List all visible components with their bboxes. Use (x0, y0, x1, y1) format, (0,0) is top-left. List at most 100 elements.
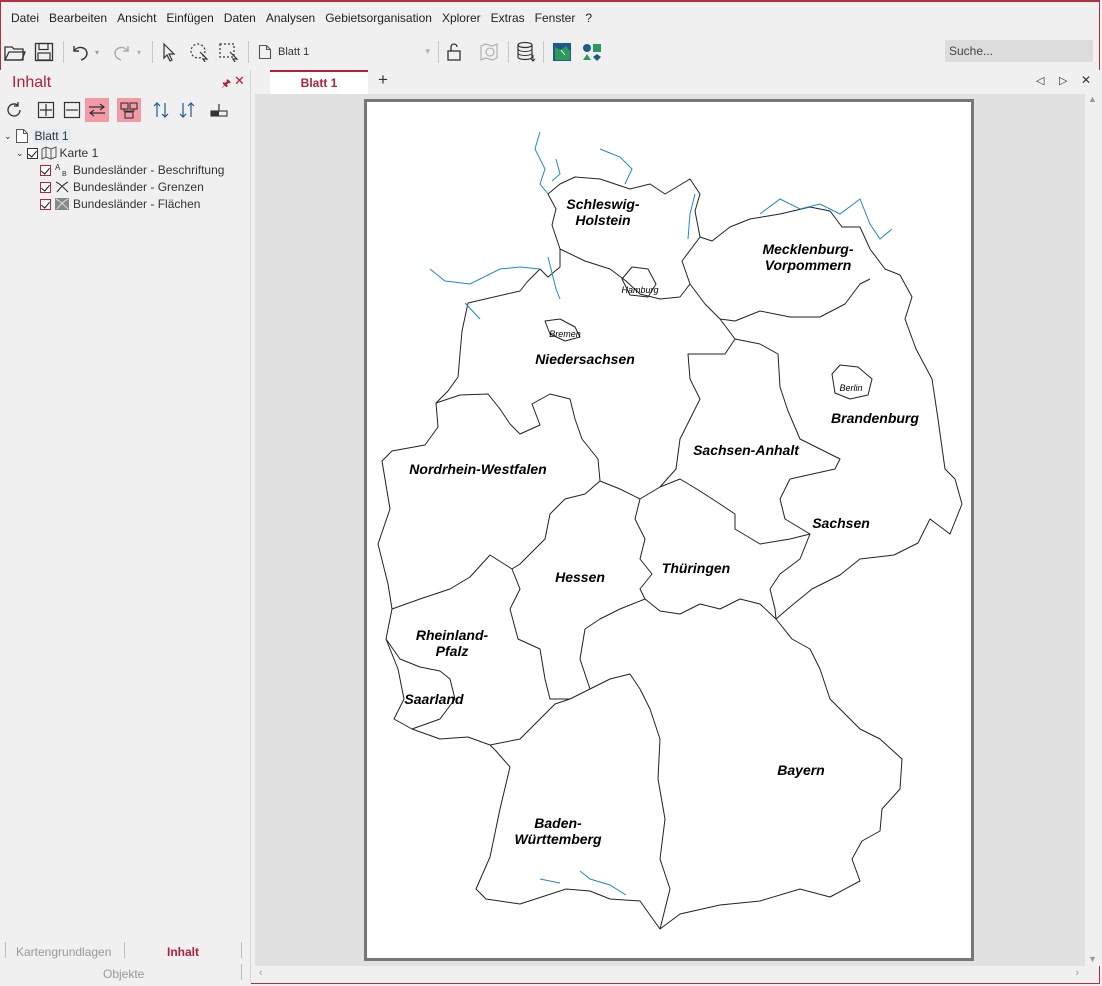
menu-daten[interactable]: Daten (219, 8, 261, 28)
database-icon[interactable] (513, 39, 539, 65)
close-icon[interactable]: ✕ (1081, 73, 1091, 87)
tree-label-layer-labels: Bundesländer - Beschriftung (73, 163, 225, 177)
tab-kartengrundlagen[interactable]: Kartengrundlagen (16, 945, 111, 959)
state-label-bw2: Württemberg (514, 831, 602, 847)
menu-fenster[interactable]: Fenster (530, 8, 581, 28)
undo-icon[interactable] (67, 39, 93, 65)
state-label-hh: Hamburg (621, 285, 658, 295)
border-ni-st (659, 318, 736, 488)
document-select[interactable]: Blatt 1 ▾ (254, 40, 434, 64)
rectangle-select-icon[interactable] (216, 39, 242, 65)
map-page[interactable]: Schleswig- Holstein Mecklenburg- Vorpomm… (364, 99, 974, 961)
border-rp-bw (489, 698, 571, 746)
toolbar-separator (508, 41, 509, 63)
swap-arrows-icon[interactable] (85, 98, 109, 122)
scale-bar-icon[interactable] (207, 98, 231, 122)
border-sh-mv (689, 278, 871, 322)
state-label-ni: Niedersachsen (535, 351, 635, 367)
chevron-down-icon[interactable]: ⌄ (16, 148, 24, 159)
map-canvas[interactable]: Schleswig- Holstein Mecklenburg- Vorpomm… (255, 94, 1085, 966)
area-layer-icon (55, 198, 69, 210)
svg-text:A: A (55, 163, 61, 172)
open-folder-icon[interactable] (2, 39, 28, 65)
horizontal-scrollbar[interactable]: ‹ › (255, 966, 1085, 983)
content-panel: Inhalt 🖈 ✕ ⌄ Blatt 1 ⌄ Karte 1 A B Bunde… (0, 70, 251, 984)
lock-icon[interactable] (441, 39, 467, 65)
tree-item-layer-areas[interactable]: Bundesländer - Flächen (40, 196, 200, 212)
undo-dropdown-icon[interactable]: ▾ (91, 39, 103, 65)
redo-dropdown-icon[interactable]: ▾ (133, 39, 145, 65)
menu-bar: Datei Bearbeiten Ansicht Einfügen Daten … (0, 8, 597, 28)
toolbar-separator (152, 41, 153, 63)
scroll-down-icon[interactable]: ▼ (1088, 954, 1097, 964)
menu-einfuegen[interactable]: Einfügen (161, 8, 218, 28)
state-label-mv2: Vorpommern (765, 257, 852, 273)
menu-extras[interactable]: Extras (486, 8, 530, 28)
border-nw-rp (391, 554, 513, 610)
pin-icon[interactable]: 🖈 (221, 75, 231, 94)
redo-icon[interactable] (109, 39, 135, 65)
layer-borders-checkbox[interactable] (40, 181, 51, 193)
border-layer-icon (55, 181, 69, 193)
chevron-down-icon: ▾ (425, 46, 430, 56)
symbols-icon[interactable] (579, 39, 605, 65)
map-visibility-checkbox[interactable] (26, 147, 38, 159)
tree-item-sheet[interactable]: ⌄ Blatt 1 (4, 128, 71, 144)
toolbar-separator (63, 41, 64, 63)
tree-item-layer-borders[interactable]: Bundesländer - Grenzen (40, 179, 204, 195)
tab-blatt-1[interactable]: Blatt 1 (270, 70, 368, 94)
state-label-rp1: Rheinland- (416, 627, 489, 643)
chevron-right-icon[interactable]: ▷ (1059, 74, 1067, 87)
state-label-rp2: Pfalz (436, 643, 469, 659)
panel-bottom-tabs: Kartengrundlagen Inhalt Objekte (0, 940, 250, 984)
state-label-mv1: Mecklenburg- (762, 241, 853, 257)
sort-down-icon[interactable] (175, 98, 199, 122)
save-icon[interactable] (31, 39, 57, 65)
layer-areas-checkbox[interactable] (40, 198, 51, 210)
expand-all-icon[interactable] (34, 98, 58, 122)
tab-objekte[interactable]: Objekte (103, 967, 144, 981)
border-nw-he (511, 480, 601, 570)
toolbar: ▾ ▾ Blatt 1 ▾ (0, 36, 1102, 68)
menu-bearbeiten[interactable]: Bearbeiten (44, 8, 112, 28)
menu-analysen[interactable]: Analysen (261, 8, 320, 28)
menu-help[interactable]: ? (580, 8, 597, 28)
vertical-scrollbar[interactable]: ▲ ▼ (1085, 94, 1100, 966)
menu-ansicht[interactable]: Ansicht (112, 8, 161, 28)
search-input[interactable] (945, 40, 1093, 62)
select-pointer-icon[interactable] (156, 39, 182, 65)
chevron-down-icon[interactable]: ⌄ (4, 131, 12, 142)
refresh-icon[interactable] (2, 98, 26, 122)
document-icon (258, 44, 272, 60)
menu-datei[interactable]: Datei (6, 8, 44, 28)
state-label-hb: Bremen (549, 329, 581, 339)
lasso-select-icon[interactable] (186, 39, 212, 65)
tab-inhalt[interactable]: Inhalt (167, 945, 199, 959)
state-label-sl: Saarland (404, 691, 464, 707)
scroll-left-icon[interactable]: ‹ (259, 967, 263, 979)
menu-xplorer[interactable]: Xplorer (437, 8, 486, 28)
state-label-st: Sachsen-Anhalt (693, 442, 800, 458)
menu-gebietsorganisation[interactable]: Gebietsorganisation (320, 8, 437, 28)
collapse-all-icon[interactable] (60, 98, 84, 122)
border-he-th (584, 498, 653, 630)
tree-item-layer-labels[interactable]: AB Bundesländer - Beschriftung (40, 162, 224, 178)
map-layer-icon[interactable] (549, 39, 575, 65)
state-label-bb: Brandenburg (831, 410, 919, 426)
svg-text:B: B (62, 171, 67, 177)
chevron-left-icon[interactable]: ◁ (1036, 74, 1044, 87)
scroll-right-icon[interactable]: › (1075, 967, 1079, 979)
germany-map: Schleswig- Holstein Mecklenburg- Vorpomm… (377, 131, 963, 930)
layer-labels-checkbox[interactable] (40, 164, 51, 176)
scroll-up-icon[interactable]: ▲ (1088, 94, 1097, 104)
map-zoom-icon[interactable] (477, 39, 503, 65)
tree-label-map: Karte 1 (59, 146, 99, 160)
close-icon[interactable]: ✕ (234, 73, 245, 89)
add-tab-button[interactable]: + (378, 70, 388, 90)
sort-up-icon[interactable] (149, 98, 173, 122)
border-ni-he (599, 480, 661, 500)
group-layers-icon[interactable] (117, 98, 141, 122)
label-layer-icon: AB (55, 163, 67, 177)
border-st-th (659, 478, 811, 545)
tree-item-map[interactable]: ⌄ Karte 1 (16, 145, 98, 161)
